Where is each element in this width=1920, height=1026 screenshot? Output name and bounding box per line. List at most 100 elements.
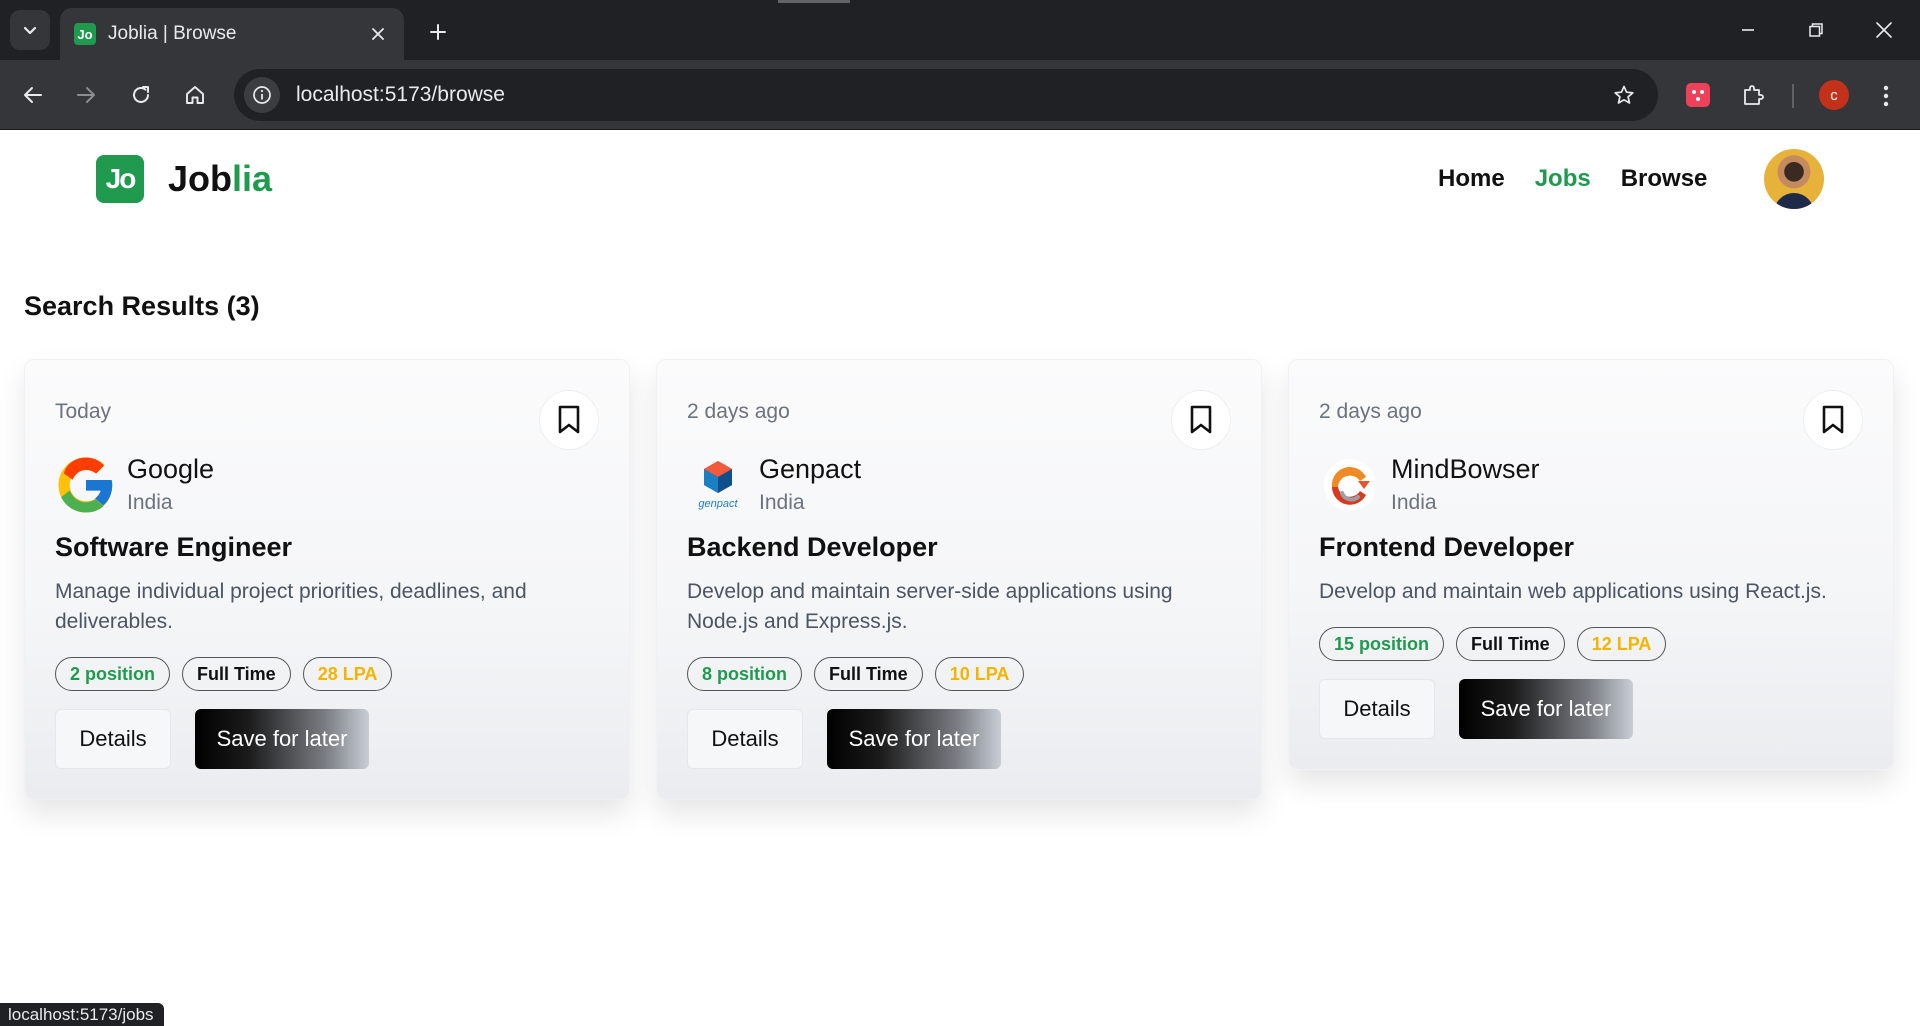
chevron-down-icon [23,26,37,35]
avatar-shirt [1774,193,1814,209]
home-button[interactable] [174,74,216,116]
job-card: 2 days ago genpact Genpact India Backend… [656,359,1262,800]
info-icon [253,86,271,104]
posted-date: Today [55,400,112,423]
minimize-button[interactable] [1723,10,1773,50]
close-icon [1876,22,1892,38]
puzzle-icon [1744,85,1764,105]
job-badges: 15 position Full Time 12 LPA [1319,627,1863,661]
bookmark-button[interactable] [1171,390,1231,450]
tab-title: Joblia | Browse [108,23,237,44]
page-content: Jo Joblia Home Jobs Browse Search Result… [0,131,1920,1026]
minimize-icon [1742,29,1754,31]
positions-badge: 15 position [1319,627,1445,661]
company-location: India [759,491,805,514]
company-name: MindBowser [1391,454,1540,484]
job-card: Today Google India Software Engineer Man… [24,359,630,800]
profile-avatar-button[interactable]: c [1819,80,1849,110]
save-for-later-button[interactable]: Save for later [827,709,1001,769]
bookmark-button[interactable] [539,390,599,450]
job-description: Develop and maintain server-side applica… [687,580,1173,633]
bookmark-icon [1190,405,1212,434]
browser-tab-bar: Jo Joblia | Browse [0,0,1920,60]
positions-badge: 2 position [55,657,170,691]
company-location: India [1391,491,1437,514]
company-name: Genpact [759,454,862,484]
browser-toolbar: localhost:5173/browse c [0,60,1920,130]
genpact-logo-icon: genpact [687,454,749,516]
tab-search-button[interactable] [10,10,50,50]
nav-link-jobs[interactable]: Jobs [1535,165,1591,193]
forward-button[interactable] [65,74,107,116]
card-actions: Details Save for later [55,709,599,769]
details-button[interactable]: Details [55,709,171,769]
bookmark-icon [558,405,580,434]
job-badges: 2 position Full Time 28 LPA [55,657,599,691]
new-tab-button[interactable] [420,14,456,50]
back-button[interactable] [12,74,54,116]
genpact-logo-text: genpact [698,498,738,510]
restore-icon [1809,23,1823,37]
google-logo-icon [55,454,117,516]
results-title: Search Results (3) [24,291,260,321]
toolbar-divider [1792,84,1794,108]
extension-button[interactable] [1679,76,1717,114]
posted-date: 2 days ago [1319,400,1422,423]
bookmark-icon [1822,405,1844,434]
save-for-later-button[interactable]: Save for later [195,709,369,769]
mindbowser-logo-icon [1319,454,1381,516]
address-bar[interactable]: localhost:5173/browse [234,69,1658,121]
details-button[interactable]: Details [687,709,803,769]
restore-button[interactable] [1791,10,1841,50]
bookmark-star-button[interactable] [1604,75,1644,115]
reload-icon [133,86,149,103]
arrow-right-icon [77,87,95,103]
positions-badge: 8 position [687,657,802,691]
site-navbar: Jo Joblia Home Jobs Browse [0,131,1920,229]
extensions-menu-button[interactable] [1734,76,1772,114]
nav-link-browse[interactable]: Browse [1621,165,1708,193]
star-icon [1614,85,1634,104]
company-info: genpact Genpact India [687,454,1231,516]
tab-drag-indicator [778,0,850,3]
link-status-bar: localhost:5173/jobs [0,1003,164,1026]
brand-name-prefix: Job [168,158,233,199]
job-card: 2 days ago MindBowser India Frontend Dev… [1288,359,1894,770]
extension-app-icon [1686,83,1710,107]
details-button[interactable]: Details [1319,679,1435,739]
job-title: Backend Developer [687,532,938,562]
more-vertical-icon [1883,85,1889,107]
close-icon [372,28,384,40]
brand-name-suffix: lia [232,158,273,199]
brand-name: Joblia [168,158,272,200]
site-info-button[interactable] [244,77,280,113]
posted-date: 2 days ago [687,400,790,423]
nav-link-home[interactable]: Home [1438,165,1505,193]
salary-badge: 28 LPA [302,657,393,691]
arrow-left-icon [24,87,42,103]
home-icon [186,86,204,104]
job-description: Manage individual project priorities, de… [55,580,527,633]
window-close-button[interactable] [1859,10,1909,50]
job-title: Software Engineer [55,532,293,562]
address-url[interactable]: localhost:5173/browse [296,83,1604,107]
job-type-badge: Full Time [1456,627,1565,661]
browser-menu-button[interactable] [1866,76,1906,116]
user-avatar[interactable] [1764,149,1824,209]
save-for-later-button[interactable]: Save for later [1459,679,1633,739]
plus-icon [430,24,446,40]
company-name: Google [127,454,215,484]
bookmark-button[interactable] [1803,390,1863,450]
company-info: Google India [55,454,599,516]
card-actions: Details Save for later [687,709,1231,769]
browser-tab-active[interactable]: Jo Joblia | Browse [60,8,404,60]
job-type-badge: Full Time [182,657,291,691]
job-type-badge: Full Time [814,657,923,691]
company-info: MindBowser India [1319,454,1863,516]
job-description: Develop and maintain web applications us… [1319,580,1827,603]
reload-button[interactable] [120,74,162,116]
brand[interactable]: Jo Joblia [96,155,272,203]
salary-badge: 12 LPA [1576,627,1667,661]
tab-close-button[interactable] [366,22,390,46]
company-location: India [127,491,173,514]
